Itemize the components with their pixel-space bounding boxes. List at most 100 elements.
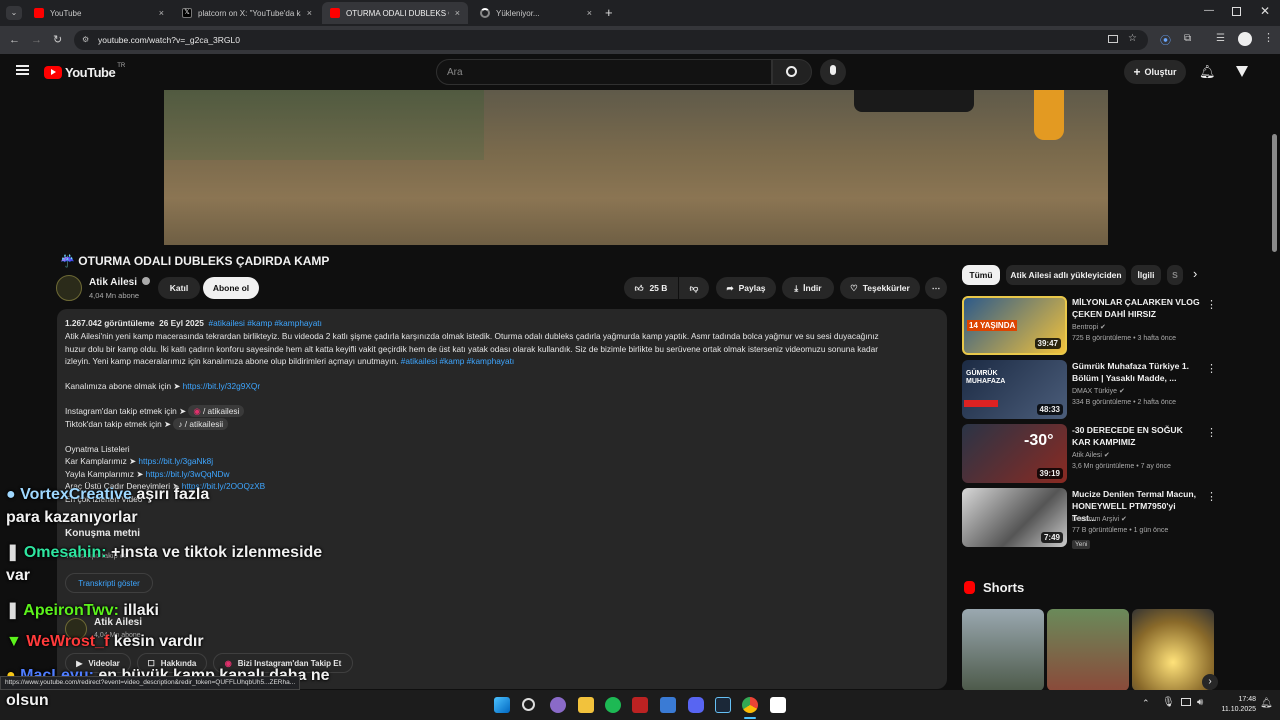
video-title[interactable]: Gümrük Muhafaza Türkiye 1. Bölüm | Yasak…: [1072, 360, 1200, 384]
chip-from-uploader[interactable]: Atik Ailesi adlı yükleyiciden: [1006, 265, 1126, 285]
tab-search-chevron-icon[interactable]: ⌄: [6, 6, 22, 20]
steam-icon[interactable]: [715, 697, 731, 713]
chip-all[interactable]: Tümü: [962, 265, 1000, 285]
youtube-header: YouTube TR Ara + Oluştur 🔔︎: [0, 54, 1280, 90]
copilot-icon[interactable]: [550, 697, 566, 713]
tab-close-icon[interactable]: ×: [307, 8, 312, 18]
spotify-icon[interactable]: [605, 697, 621, 713]
channel-name[interactable]: Atik Ailesi ✔: [1072, 451, 1110, 459]
tab-title: YouTube: [50, 8, 82, 18]
tab-youtube[interactable]: YouTube ×: [26, 2, 172, 24]
windows-start-icon[interactable]: [494, 697, 510, 713]
tab-close-icon[interactable]: ×: [587, 8, 592, 18]
tab-close-icon[interactable]: ×: [159, 8, 164, 18]
recommended-video[interactable]: 7:49 Mucize Denilen Termal Macun, HONEYW…: [962, 488, 1222, 549]
app-icon[interactable]: [660, 697, 676, 713]
forward-icon[interactable]: →: [31, 34, 42, 46]
download-button[interactable]: ⤓ İndir: [782, 277, 834, 299]
minimize-icon[interactable]: —: [1204, 5, 1214, 16]
search-button[interactable]: [772, 59, 812, 85]
clock[interactable]: 17:48 11.10.2025: [1214, 695, 1256, 715]
install-app-icon[interactable]: [1108, 35, 1118, 43]
shorts-thumbnail[interactable]: [962, 609, 1044, 691]
youtube-logo[interactable]: YouTube TR: [44, 63, 125, 80]
logo-text: YouTube: [65, 65, 116, 80]
microphone-tray-icon[interactable]: 🎙︎: [1162, 697, 1175, 708]
extensions-icon[interactable]: ⧉: [1184, 33, 1191, 44]
recommended-video[interactable]: -30° 39:19 -30 DERECEDE EN SOĞUK KAR KAM…: [962, 424, 1222, 484]
channel-name[interactable]: DMAX Türkiye ✔: [1072, 387, 1125, 395]
join-button[interactable]: Katıl: [158, 277, 200, 299]
tab-x-post[interactable]: 𝕏 platcorn on X: "YouTube'da kam ×: [174, 2, 320, 24]
notion-icon[interactable]: [770, 697, 786, 713]
media-controls-icon[interactable]: ☰: [1216, 33, 1225, 44]
like-button[interactable]: 👍︎ 25 B: [624, 277, 678, 299]
site-info-icon[interactable]: ⚙: [82, 35, 89, 44]
browser-menu-icon[interactable]: ⋮: [1263, 31, 1274, 44]
reload-icon[interactable]: ↻: [53, 34, 62, 46]
close-window-icon[interactable]: ✕: [1260, 4, 1270, 18]
profile-avatar[interactable]: [1238, 32, 1252, 46]
new-tab-button[interactable]: +: [605, 5, 613, 20]
tab-current-video[interactable]: OTURMA ODALI DUBLEKS Ç ×: [322, 2, 468, 24]
video-thumbnail[interactable]: GÜMRÜK MUHAFAZA 48:33: [962, 360, 1067, 419]
channel-name[interactable]: Bentropi ✔: [1072, 323, 1106, 331]
search-icon[interactable]: [522, 698, 535, 711]
video-title[interactable]: -30 DERECEDE EN SOĞUK KAR KAMPIMIZ: [1072, 424, 1200, 448]
video-title[interactable]: MİLYONLAR ÇALARKEN VLOG ÇEKEN DAHİ HIRSI…: [1072, 296, 1200, 320]
search-input[interactable]: Ara: [436, 59, 772, 85]
channel-avatar[interactable]: [56, 275, 82, 301]
subscribe-button[interactable]: Abone ol: [203, 277, 259, 299]
more-options-icon[interactable]: ⋮: [1206, 490, 1217, 503]
page-scrollbar-thumb[interactable]: [1272, 134, 1277, 252]
chips-next-chevron-icon[interactable]: ›: [1193, 266, 1197, 281]
hamburger-menu-icon[interactable]: [16, 65, 29, 75]
shorts-thumbnail[interactable]: [1047, 609, 1129, 691]
notification-center-icon[interactable]: 🔔︎: [1260, 698, 1273, 709]
chrome-icon[interactable]: [742, 697, 758, 713]
more-options-icon[interactable]: ⋮: [1206, 362, 1217, 375]
video-thumbnail[interactable]: -30° 39:19: [962, 424, 1067, 483]
recommended-video[interactable]: GÜMRÜK MUHAFAZA 48:33 Gümrük Muhafaza Tü…: [962, 360, 1222, 420]
share-button[interactable]: ➦ Paylaş: [716, 277, 776, 299]
chip-related[interactable]: İlgili: [1131, 265, 1161, 285]
video-thumbnail[interactable]: 7:49: [962, 488, 1067, 547]
channel-name[interactable]: Donanım Arşivi ✔: [1072, 515, 1127, 523]
video-player[interactable]: [164, 90, 1108, 245]
instagram-handle-chip[interactable]: ◉ / atikailesi: [188, 405, 245, 417]
chip-more[interactable]: S: [1167, 265, 1183, 285]
create-button[interactable]: + Oluştur: [1124, 60, 1186, 84]
discord-icon[interactable]: [688, 697, 704, 713]
back-icon[interactable]: ←: [9, 34, 20, 46]
tab-loading[interactable]: Yükleniyor... ×: [472, 2, 600, 24]
more-options-icon[interactable]: ⋮: [1206, 298, 1217, 311]
video-thumbnail[interactable]: 14 YAŞINDA 39:47: [962, 296, 1067, 355]
network-icon[interactable]: [1181, 698, 1191, 706]
url-bar[interactable]: ⚙ youtube.com/watch?v=_g2ca_3RGL0 ☆: [74, 30, 1148, 50]
shorts-next-chevron-icon[interactable]: ›: [1202, 674, 1218, 690]
file-explorer-icon[interactable]: [578, 697, 594, 713]
meta-hashtags[interactable]: #atikailesi #kamp #kamphayatı: [208, 318, 321, 328]
more-actions-button[interactable]: ⋯: [925, 277, 947, 299]
thanks-button[interactable]: ♡ Teşekkürler: [840, 277, 920, 299]
account-avatar[interactable]: [1236, 66, 1248, 77]
bookmark-star-icon[interactable]: ☆: [1128, 33, 1137, 44]
tiktok-handle-chip[interactable]: ♪ / atikailesii: [173, 418, 229, 430]
dislike-button[interactable]: 👎︎: [679, 277, 709, 299]
playlist-link[interactable]: https://bit.ly/3gaNk8j: [138, 456, 213, 466]
voicemeeter-icon[interactable]: [632, 697, 648, 713]
tray-overflow-chevron-icon[interactable]: ⌃: [1142, 698, 1150, 709]
show-transcript-button[interactable]: Transkripti göster: [65, 573, 153, 593]
extension-audio-icon[interactable]: ⦿: [1160, 32, 1171, 48]
more-options-icon[interactable]: ⋮: [1206, 426, 1217, 439]
notifications-bell-icon[interactable]: 🔔︎: [1199, 64, 1216, 80]
volume-icon[interactable]: 🔊︎: [1197, 697, 1203, 708]
restore-icon[interactable]: [1232, 7, 1241, 16]
channel-name[interactable]: Atik Ailesi: [89, 277, 150, 288]
playlist-link[interactable]: https://bit.ly/3wQqNDw: [146, 469, 230, 479]
tab-close-icon[interactable]: ×: [455, 8, 460, 18]
subscribe-link[interactable]: https://bit.ly/32g9XQr: [183, 381, 260, 391]
recommended-video[interactable]: 14 YAŞINDA 39:47 MİLYONLAR ÇALARKEN VLOG…: [962, 296, 1222, 356]
voice-search-button[interactable]: [820, 59, 846, 85]
hashtags-link[interactable]: #atikailesi #kamp #kamphayatı: [401, 356, 514, 366]
